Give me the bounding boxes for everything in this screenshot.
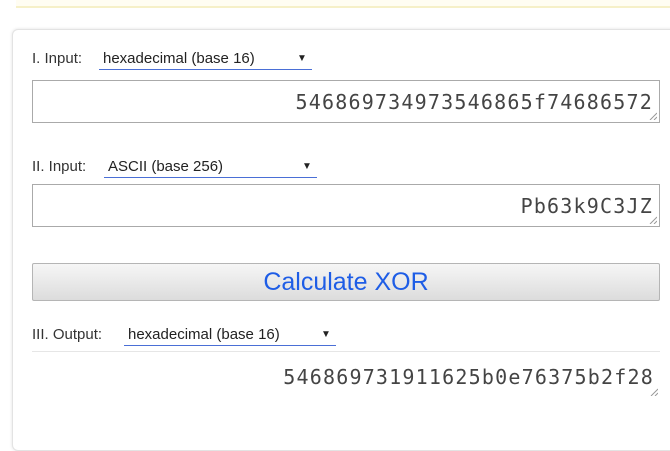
chevron-down-icon: ▼ — [297, 53, 307, 64]
output-value: 546869731911625b0e76375b2f28 — [283, 364, 654, 389]
input1-format-value: hexadecimal (base 16) — [103, 50, 255, 67]
chevron-down-icon: ▼ — [302, 161, 312, 172]
input2-format-value: ASCII (base 256) — [108, 158, 224, 175]
input1-value: 546869734973546865f74686572 — [295, 89, 653, 114]
top-banner-strip — [16, 0, 670, 8]
output-format-value: hexadecimal (base 16) — [128, 326, 280, 343]
output-format-select[interactable]: hexadecimal (base 16) ▼ — [124, 325, 336, 346]
input2-label: II. Input: — [32, 158, 87, 175]
input1-format-select[interactable]: hexadecimal (base 16) ▼ — [99, 49, 312, 70]
chevron-down-icon: ▼ — [321, 329, 331, 340]
resize-grip-icon[interactable] — [649, 216, 657, 224]
input1-textarea[interactable]: 546869734973546865f74686572 — [32, 80, 660, 123]
output-textarea[interactable]: 546869731911625b0e76375b2f28 — [32, 355, 660, 398]
input2-value: Pb63k9C3JZ — [520, 193, 653, 218]
resize-grip-icon[interactable] — [649, 112, 657, 120]
input2-textarea[interactable]: Pb63k9C3JZ — [32, 184, 660, 227]
calculate-xor-button[interactable]: Calculate XOR — [32, 263, 660, 301]
output-divider — [32, 351, 660, 352]
output-label: III. Output: — [32, 326, 103, 343]
input1-label: I. Input: — [32, 50, 83, 67]
input2-format-select[interactable]: ASCII (base 256) ▼ — [104, 157, 317, 178]
resize-grip-icon[interactable] — [650, 388, 658, 396]
